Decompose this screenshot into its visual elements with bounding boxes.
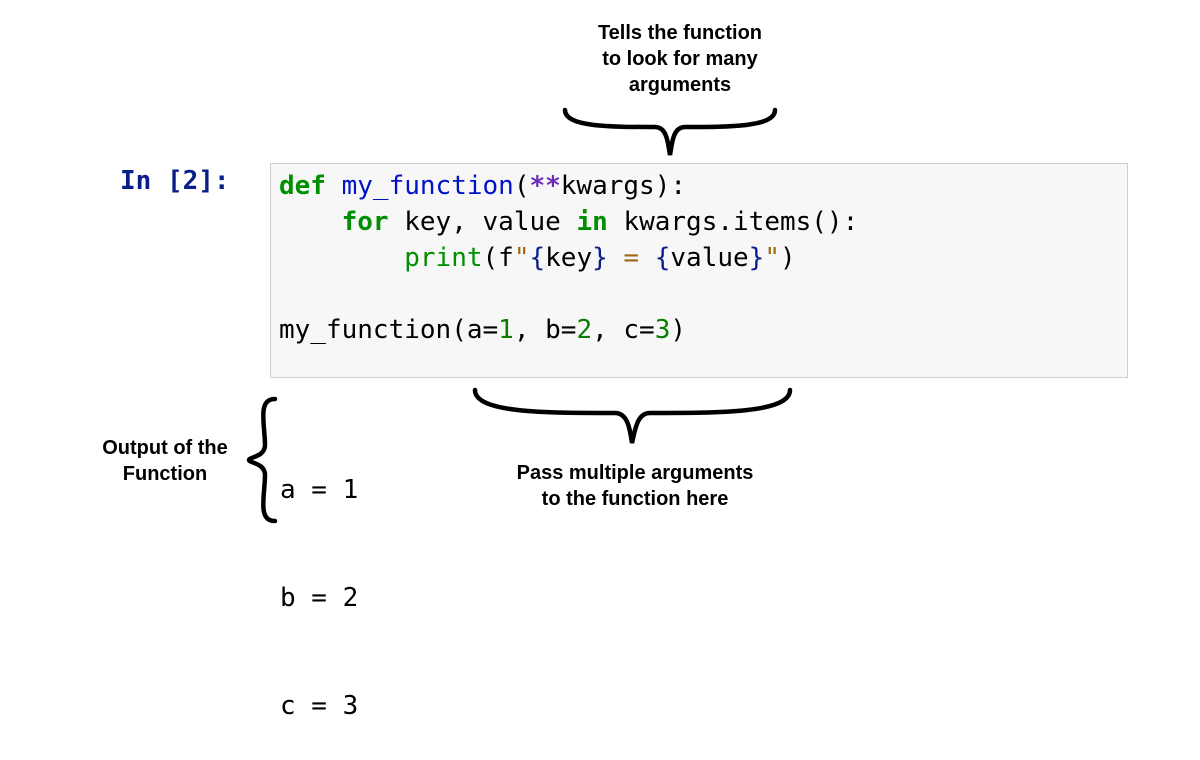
annotation-left-line: Function xyxy=(85,461,245,487)
paren-open-f: (f xyxy=(483,243,514,273)
annotation-top: Tells the function to look for many argu… xyxy=(550,20,810,98)
arg-b: b= xyxy=(545,315,576,345)
kwargs-arg: kwargs xyxy=(561,171,655,201)
annotation-left-line: Output of the xyxy=(85,435,245,461)
output-line: b = 2 xyxy=(280,580,358,616)
brace-top-icon xyxy=(560,105,780,160)
call-name: my_function xyxy=(279,315,451,345)
paren-close: ) xyxy=(780,243,796,273)
space xyxy=(389,207,405,237)
annotation-top-line: arguments xyxy=(550,72,810,98)
val-3: 3 xyxy=(655,315,671,345)
code-line-2: for key, value in kwargs.items(): xyxy=(279,204,1127,240)
annotation-bottom-line: Pass multiple arguments xyxy=(490,460,780,486)
code-line-5: my_function(a=1, b=2, c=3) xyxy=(279,312,1127,348)
code-line-4-blank xyxy=(279,276,1127,312)
paren-open: ( xyxy=(514,171,530,201)
val-2: 2 xyxy=(576,315,592,345)
brace-left-icon xyxy=(245,395,280,525)
val-1: 1 xyxy=(498,315,514,345)
builtin-print: print xyxy=(404,243,482,273)
annotation-bottom: Pass multiple arguments to the function … xyxy=(490,460,780,512)
quote-open: " xyxy=(514,243,530,273)
quote-close: " xyxy=(764,243,780,273)
cell-prompt: In [2]: xyxy=(120,163,230,199)
function-name: my_function xyxy=(342,171,514,201)
brace-close: } xyxy=(749,243,765,273)
space xyxy=(561,207,577,237)
code-cell: def my_function(**kwargs): for key, valu… xyxy=(270,163,1128,378)
indent xyxy=(279,207,342,237)
var-key: key xyxy=(404,207,451,237)
var-value: value xyxy=(483,207,561,237)
code-line-3: print(f"{key} = {value}") xyxy=(279,240,1127,276)
annotation-top-line: Tells the function xyxy=(550,20,810,46)
keyword-for: for xyxy=(342,207,389,237)
comma: , xyxy=(514,315,545,345)
comma-space: , xyxy=(451,207,482,237)
paren-close: ) xyxy=(670,315,686,345)
space xyxy=(326,171,342,201)
var-key-in-fstring: key xyxy=(545,243,592,273)
arg-c: c= xyxy=(623,315,654,345)
output-line: a = 1 xyxy=(280,472,358,508)
literal-equals: = xyxy=(608,243,655,273)
space xyxy=(608,207,624,237)
indent xyxy=(279,243,404,273)
annotation-top-line: to look for many xyxy=(550,46,810,72)
comma: , xyxy=(592,315,623,345)
annotation-bottom-line: to the function here xyxy=(490,486,780,512)
expr-kwargs-items: kwargs.items(): xyxy=(623,207,858,237)
output-line: c = 3 xyxy=(280,688,358,724)
arg-a: a= xyxy=(467,315,498,345)
paren-close-colon: ): xyxy=(655,171,686,201)
var-value-in-fstring: value xyxy=(670,243,748,273)
annotation-left: Output of the Function xyxy=(85,435,245,487)
brace-open: { xyxy=(529,243,545,273)
keyword-def: def xyxy=(279,171,326,201)
paren-open: ( xyxy=(451,315,467,345)
code-line-1: def my_function(**kwargs): xyxy=(279,168,1127,204)
keyword-in: in xyxy=(576,207,607,237)
output-block: a = 1 b = 2 c = 3 xyxy=(280,400,358,760)
brace-bottom-icon xyxy=(465,385,800,450)
brace-close: } xyxy=(592,243,608,273)
brace-open: { xyxy=(655,243,671,273)
double-star: ** xyxy=(529,171,560,201)
